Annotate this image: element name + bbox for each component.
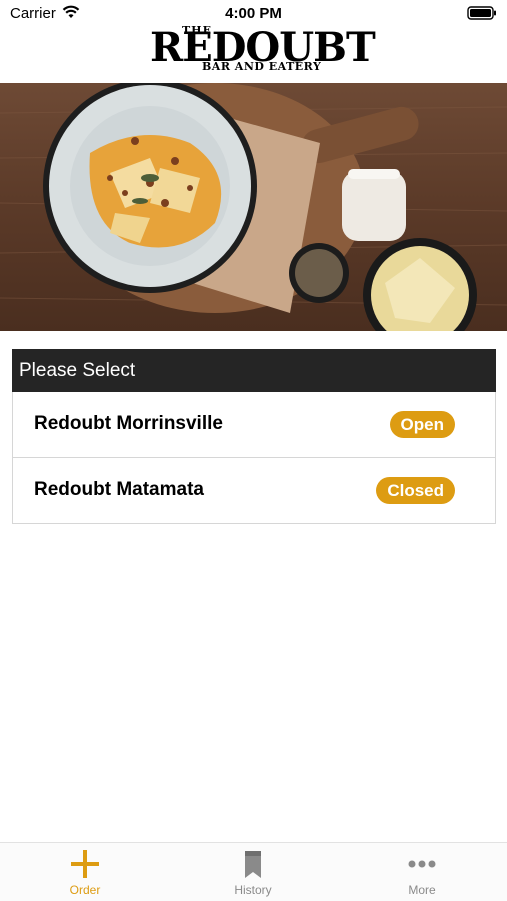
tab-history[interactable]: History [198, 843, 308, 901]
location-name: Redoubt Matamata [34, 479, 204, 500]
please-select-header: Please Select [12, 349, 496, 392]
plus-icon [71, 850, 99, 878]
battery-icon [467, 6, 496, 20]
logo-tagline: BAR AND EATERY [202, 60, 322, 73]
redoubt-logo: THE REDOUBT BAR AND EATERY [0, 22, 507, 78]
hero-food-image [0, 83, 507, 331]
ellipsis-icon [408, 860, 436, 868]
location-row-matamata[interactable]: Redoubt Matamata Closed [12, 458, 496, 524]
location-name: Redoubt Morrinsville [34, 413, 223, 434]
status-badge: Open [389, 411, 455, 438]
tab-order-label: Order [69, 883, 101, 897]
tab-order[interactable]: Order [30, 843, 140, 901]
status-time: 4:00 PM [225, 5, 282, 22]
status-badge: Closed [376, 477, 455, 504]
tab-more[interactable]: More [367, 843, 477, 901]
bookmark-icon [245, 851, 261, 878]
location-row-morrinsville[interactable]: Redoubt Morrinsville Open [12, 392, 496, 458]
tab-history-label: History [234, 883, 272, 897]
tab-bar: Order History More [0, 842, 507, 901]
tab-more-label: More [408, 883, 436, 897]
location-select-panel: Please Select Redoubt Morrinsville Open … [12, 349, 496, 524]
